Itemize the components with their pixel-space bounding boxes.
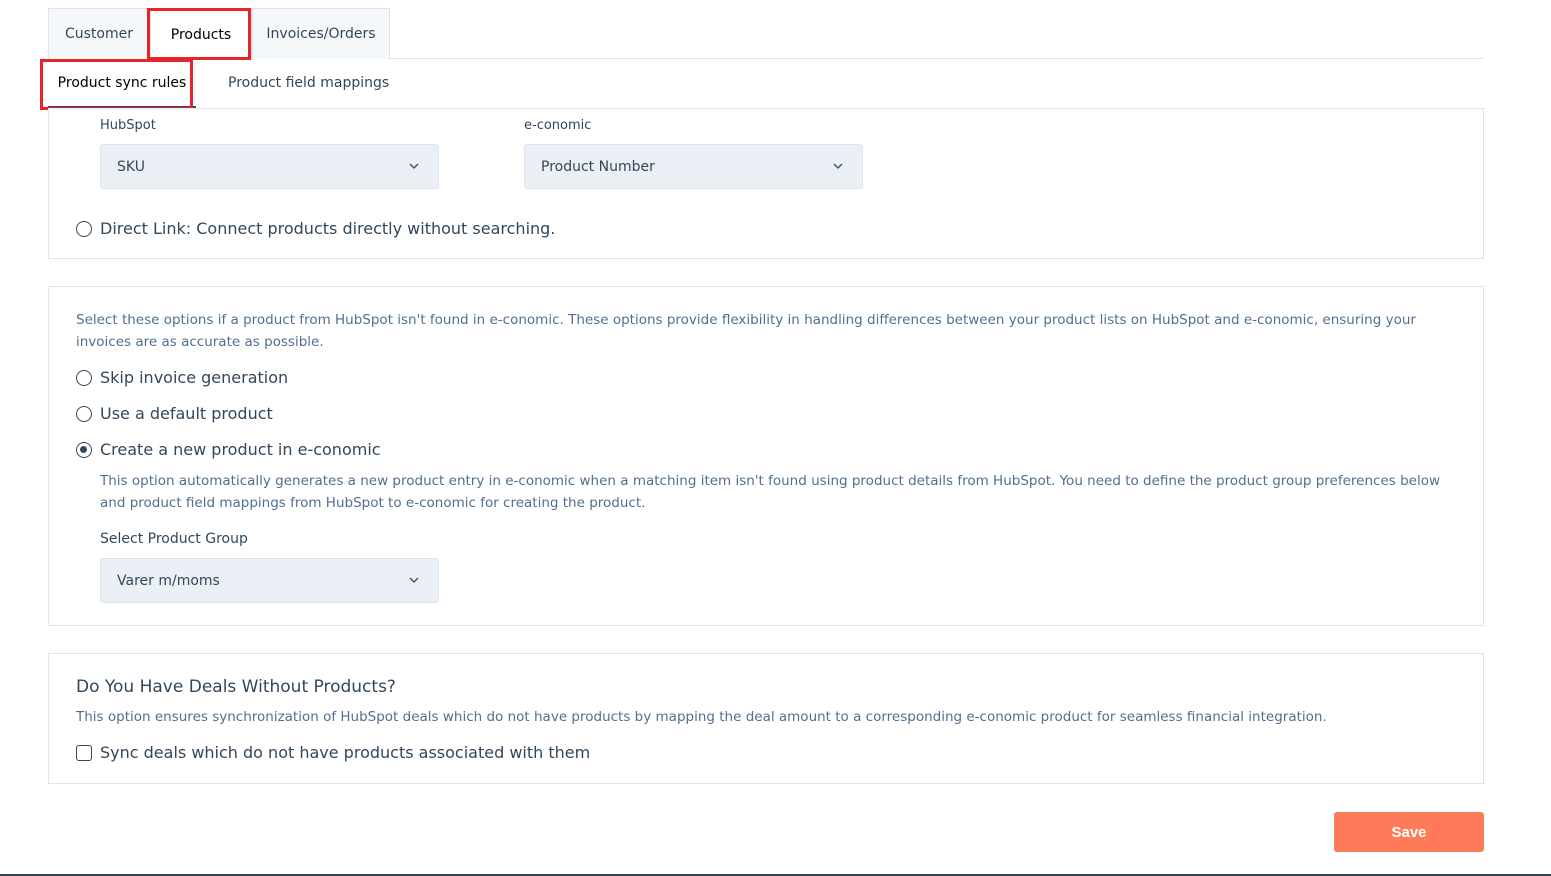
tab-invoices-orders[interactable]: Invoices/Orders <box>252 8 390 59</box>
sync-deals-checkbox[interactable] <box>76 744 92 761</box>
sync-deals-option[interactable]: Sync deals which do not have products as… <box>76 743 590 762</box>
subtab-product-sync-rules[interactable]: Product sync rules <box>48 59 196 109</box>
create-product-radio[interactable] <box>76 441 92 458</box>
subtab-product-field-mappings[interactable]: Product field mappings <box>228 59 389 107</box>
chevron-down-icon <box>409 577 419 583</box>
option-default-product[interactable]: Use a default product <box>76 404 273 423</box>
sub-tabs: Product sync rules Product field mapping… <box>48 59 1484 109</box>
product-group-value: Varer m/moms <box>117 572 220 589</box>
option-skip-invoice[interactable]: Skip invoice generation <box>76 368 288 387</box>
top-tabs: Customer Products Invoices/Orders <box>48 8 1484 60</box>
create-product-label: Create a new product in e-conomic <box>100 440 381 459</box>
create-product-description: This option automatically generates a ne… <box>100 473 1441 511</box>
deals-card: Do You Have Deals Without Products? This… <box>48 653 1484 784</box>
matching-card: HubSpot e-conomic SKU Product Number Dir… <box>48 108 1484 259</box>
tab-products[interactable]: Products <box>150 8 252 60</box>
save-button[interactable]: Save <box>1334 812 1484 852</box>
option-create-product[interactable]: Create a new product in e-conomic <box>76 440 381 459</box>
direct-link-option[interactable]: Direct Link: Connect products directly w… <box>76 219 555 238</box>
direct-link-radio[interactable] <box>76 220 92 237</box>
economic-label: e-conomic <box>524 118 592 133</box>
deals-title: Do You Have Deals Without Products? <box>76 677 396 697</box>
sync-deals-label: Sync deals which do not have products as… <box>100 743 591 762</box>
default-product-radio[interactable] <box>76 405 92 422</box>
product-group-select[interactable]: Varer m/moms <box>100 558 439 603</box>
economic-property-value: Product Number <box>541 158 655 175</box>
hubspot-label: HubSpot <box>100 118 156 133</box>
direct-link-label: Direct Link: Connect products directly w… <box>100 219 556 238</box>
deals-description: This option ensures synchronization of H… <box>76 709 1327 725</box>
not-found-card: Select these options if a product from H… <box>48 286 1484 626</box>
hubspot-property-value: SKU <box>117 158 145 175</box>
skip-invoice-label: Skip invoice generation <box>100 368 289 387</box>
skip-invoice-radio[interactable] <box>76 369 92 386</box>
default-product-label: Use a default product <box>100 404 273 423</box>
economic-property-select[interactable]: Product Number <box>524 144 863 189</box>
hubspot-property-select[interactable]: SKU <box>100 144 439 189</box>
chevron-down-icon <box>409 163 419 169</box>
product-group-label: Select Product Group <box>100 531 248 547</box>
tab-customer[interactable]: Customer <box>48 8 150 59</box>
chevron-down-icon <box>833 163 843 169</box>
not-found-description: Select these options if a product from H… <box>76 312 1416 350</box>
